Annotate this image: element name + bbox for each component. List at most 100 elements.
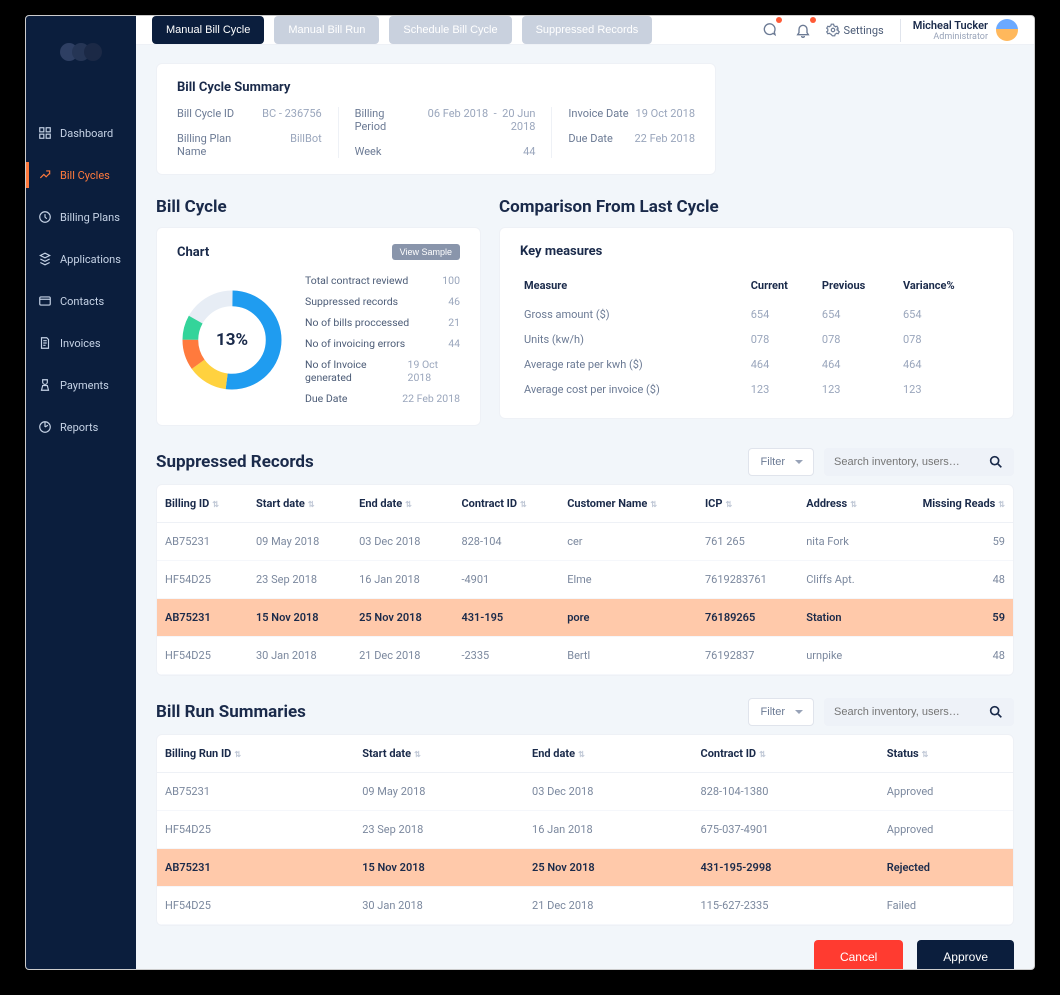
tab-schedule-bill-cycle[interactable]: Schedule Bill Cycle	[389, 16, 511, 44]
sort-icon: ⇅	[520, 500, 527, 509]
settings-link[interactable]: Settings	[826, 23, 884, 37]
col-contract-id[interactable]: Contract ID⇅	[693, 735, 879, 773]
table-row[interactable]: AB7523115 Nov 201825 Nov 2018431-195pore…	[157, 599, 1013, 637]
col-start-date[interactable]: Start date⇅	[354, 735, 524, 773]
col-missing-reads[interactable]: Missing Reads⇅	[885, 485, 1013, 523]
billruns-search[interactable]	[824, 698, 1014, 726]
cell: 25 Nov 2018	[524, 849, 692, 887]
main-area: Manual Bill Cycle Manual Bill Run Schedule…	[136, 16, 1034, 969]
sort-icon: ⇅	[922, 750, 929, 759]
tab-manual-bill-cycle[interactable]: Manual Bill Cycle	[152, 16, 264, 44]
chart-metric-row: Due Date22 Feb 2018	[305, 388, 460, 409]
chart-metric-row: No of bills proccessed 21	[305, 312, 460, 333]
table-row[interactable]: HF54D2523 Sep 201816 Jan 2018675-037-490…	[157, 811, 1013, 849]
metric-label: No of bills proccessed	[305, 316, 409, 329]
col-address[interactable]: Address⇅	[798, 485, 885, 523]
measure-current: 123	[747, 377, 818, 402]
sidebar-item-label: Invoices	[60, 337, 101, 350]
cell: 828-104	[453, 523, 559, 561]
bell-icon[interactable]	[792, 19, 814, 41]
table-row[interactable]: AB7523115 Nov 201825 Nov 2018431-195-299…	[157, 849, 1013, 887]
col-start-date[interactable]: Start date⇅	[248, 485, 351, 523]
cell: Bertl	[559, 637, 697, 675]
metric-label: Due Date	[305, 392, 347, 405]
cell: urnpike	[798, 637, 885, 675]
user-menu[interactable]: Micheal Tucker Administrator	[900, 19, 1018, 42]
col-icp[interactable]: ICP⇅	[697, 485, 798, 523]
chat-icon[interactable]	[758, 19, 780, 41]
col-measure: Measure	[520, 271, 747, 302]
col-billing-run-id[interactable]: Billing Run ID⇅	[157, 735, 354, 773]
donut-center-label: 13%	[177, 285, 287, 395]
measure-label: Average cost per invoice ($)	[520, 377, 747, 402]
sidebar-item-invoices[interactable]: Invoices	[26, 322, 136, 364]
col-end-date[interactable]: End date⇅	[524, 735, 692, 773]
table-row[interactable]: AB7523109 May 201803 Dec 2018828-104cer7…	[157, 523, 1013, 561]
key-measure-row: Gross amount ($)654654654	[520, 302, 993, 327]
cell: 03 Dec 2018	[351, 523, 453, 561]
chart-metric-row: Total contract reviewd100	[305, 270, 460, 291]
tab-manual-bill-run[interactable]: Manual Bill Run	[274, 16, 379, 44]
cell: 76192837	[697, 637, 798, 675]
billing-period-to: 20 Jun 2018	[502, 107, 535, 133]
billruns-filter-button[interactable]: Filter	[748, 698, 814, 726]
summary-title: Bill Cycle Summary	[177, 80, 695, 95]
col-billing-id[interactable]: Billing ID⇅	[157, 485, 248, 523]
label-billing-plan-name: Billing Plan Name	[177, 132, 258, 158]
sidebar-item-label: Dashboard	[60, 127, 113, 140]
sort-icon: ⇅	[998, 500, 1005, 509]
measure-variance: 654	[899, 302, 993, 327]
sidebar-item-contacts[interactable]: Contacts	[26, 280, 136, 322]
tab-suppressed-records[interactable]: Suppressed Records	[522, 16, 653, 44]
col-contract-id[interactable]: Contract ID⇅	[453, 485, 559, 523]
sidebar-item-label: Contacts	[60, 295, 104, 308]
topbar: Manual Bill Cycle Manual Bill Run Schedule…	[136, 16, 1034, 45]
section-bill-cycle: Bill Cycle	[156, 197, 481, 217]
table-row[interactable]: AB7523109 May 201803 Dec 2018828-104-138…	[157, 773, 1013, 811]
sidebar-icon	[38, 252, 52, 266]
table-row[interactable]: HF54D2523 Sep 201816 Jan 2018-4901Elme76…	[157, 561, 1013, 599]
approve-button[interactable]: Approve	[917, 940, 1014, 969]
cell: Rejected	[879, 849, 1013, 887]
measure-current: 464	[747, 352, 818, 377]
sidebar-icon	[38, 336, 52, 350]
cell: 09 May 2018	[248, 523, 351, 561]
sidebar-item-bill-cycles[interactable]: Bill Cycles	[26, 154, 136, 196]
sort-icon: ⇅	[414, 750, 421, 759]
sidebar-item-billing-plans[interactable]: Billing Plans	[26, 196, 136, 238]
sort-icon: ⇅	[578, 750, 585, 759]
measure-variance: 123	[899, 377, 993, 402]
label-billing-period: Billing Period	[355, 107, 418, 133]
metric-value: 21	[448, 316, 460, 329]
sidebar-item-applications[interactable]: Applications	[26, 238, 136, 280]
col-customer-name[interactable]: Customer Name⇅	[559, 485, 697, 523]
sidebar-item-dashboard[interactable]: Dashboard	[26, 112, 136, 154]
suppressed-search-input[interactable]	[834, 456, 980, 468]
key-measure-row: Average cost per invoice ($)123123123	[520, 377, 993, 402]
label-invoice-date: Invoice Date	[568, 107, 631, 120]
suppressed-table-card: Billing ID⇅Start date⇅End date⇅Contract …	[156, 484, 1014, 676]
table-row[interactable]: HF54D2530 Jan 201821 Dec 2018-2335Bertl7…	[157, 637, 1013, 675]
measure-label: Units (kw/h)	[520, 327, 747, 352]
sidebar-item-reports[interactable]: Reports	[26, 406, 136, 448]
sidebar-item-payments[interactable]: Payments	[26, 364, 136, 406]
suppressed-filter-button[interactable]: Filter	[748, 448, 814, 476]
section-comparison: Comparison From Last Cycle	[499, 197, 1014, 217]
measure-label: Gross amount ($)	[520, 302, 747, 327]
cancel-button[interactable]: Cancel	[814, 940, 903, 969]
cell: nita Fork	[798, 523, 885, 561]
chart-metrics-list: Total contract reviewd100Suppressed reco…	[305, 270, 460, 409]
donut-chart: 13%	[177, 285, 287, 395]
key-measures-title: Key measures	[520, 244, 993, 259]
sidebar-item-label: Billing Plans	[60, 211, 120, 224]
measure-label: Average rate per kwh ($)	[520, 352, 747, 377]
view-sample-button[interactable]: View Sample	[392, 244, 460, 260]
cell: -2335	[453, 637, 559, 675]
cell: AB75231	[157, 849, 354, 887]
col-end-date[interactable]: End date⇅	[351, 485, 453, 523]
suppressed-search[interactable]	[824, 448, 1014, 476]
table-row[interactable]: HF54D2530 Jan 201821 Dec 2018115-627-233…	[157, 887, 1013, 925]
billruns-search-input[interactable]	[834, 706, 980, 718]
col-status[interactable]: Status⇅	[879, 735, 1013, 773]
cell: 431-195	[453, 599, 559, 637]
